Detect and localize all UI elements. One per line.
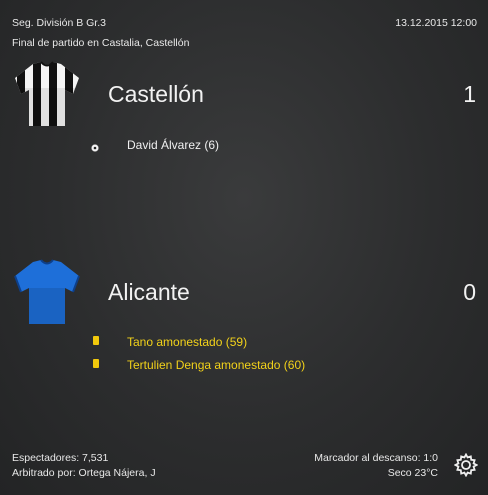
match-status: Final de partido en Castalia, Castellón xyxy=(12,37,190,49)
away-card-event: Tano amonestado (59) xyxy=(127,335,248,349)
away-team-name: Alicante xyxy=(108,279,190,305)
gear-icon[interactable] xyxy=(453,452,479,478)
attendance: Espectadores: 7,531 xyxy=(12,452,109,464)
away-card-event: Tertulien Denga amonestado (60) xyxy=(127,358,306,372)
home-kit-icon xyxy=(13,60,81,128)
match-datetime: 13.12.2015 12:00 xyxy=(395,17,477,29)
referee: Arbitrado por: Ortega Nájera, J xyxy=(12,467,156,479)
weather: Seco 23°C xyxy=(387,467,438,479)
home-score: 1 xyxy=(463,81,476,107)
yellow-card-icon xyxy=(93,359,99,368)
home-goal-event: David Álvarez (6) xyxy=(127,138,220,152)
competition-name: Seg. División B Gr.3 xyxy=(12,17,106,29)
away-score: 0 xyxy=(463,279,476,305)
halftime-score: Marcador al descanso: 1:0 xyxy=(314,452,438,464)
away-kit-icon xyxy=(13,258,81,326)
yellow-card-icon xyxy=(93,336,99,345)
home-team-name: Castellón xyxy=(108,81,204,107)
football-icon xyxy=(91,139,99,152)
